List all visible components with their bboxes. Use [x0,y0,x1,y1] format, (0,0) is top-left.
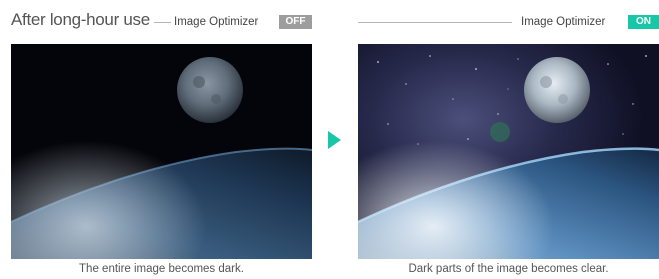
page-title: After long-hour use [11,10,150,29]
optimizer-label: Image Optimizer [521,16,606,28]
play-triangle-icon [328,131,341,149]
panel-header: Image Optimizer ON [358,10,659,34]
header-divider [358,22,512,23]
status-badge-off: OFF [279,15,312,29]
photo-dark [11,44,312,259]
caption-on: Dark parts of the image becomes clear. [408,263,609,275]
optimizer-label: Image Optimizer [174,16,259,28]
header-divider [154,22,171,23]
panel-optimizer-off: After long-hour use Image Optimizer OFF [11,0,312,279]
caption-off: The entire image becomes dark. [79,263,244,275]
panel-header: After long-hour use Image Optimizer OFF [11,10,312,34]
photo-clear [358,44,659,259]
panel-optimizer-on: Image Optimizer ON Dark parts of the ima… [358,0,659,279]
status-badge-on: ON [628,15,659,29]
